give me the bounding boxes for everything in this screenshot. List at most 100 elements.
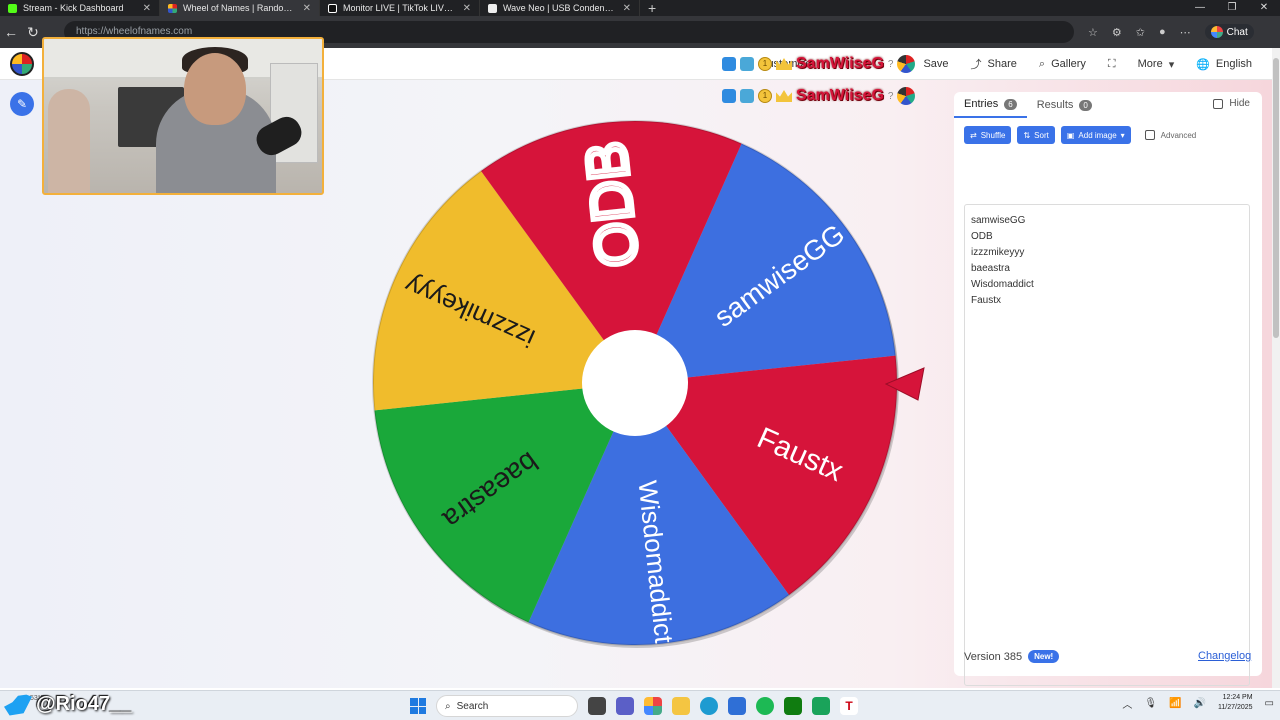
tab-tiktok-live[interactable]: Monitor LIVE | TikTok LIVE Center ✕: [320, 0, 480, 16]
close-icon[interactable]: ✕: [143, 3, 151, 14]
new-badge[interactable]: New!: [1028, 650, 1060, 663]
viewer-name: SamWiiseG: [796, 87, 884, 104]
version-info: Version 385 New!: [964, 650, 1060, 663]
version-label: Version 385: [964, 650, 1023, 663]
more-label: More: [1137, 58, 1163, 70]
wheel-segment-label: ODB: [573, 139, 651, 271]
taskview-icon[interactable]: [588, 697, 606, 715]
shuffle-icon: ⇄: [970, 130, 977, 140]
advanced-toggle[interactable]: Advanced: [1144, 130, 1197, 140]
wheel-logo-icon[interactable]: [10, 52, 34, 76]
edge-icon[interactable]: [700, 697, 718, 715]
store-icon[interactable]: [728, 697, 746, 715]
entries-tab-label: Entries: [964, 98, 999, 110]
tab-kick-dashboard[interactable]: Stream - Kick Dashboard ✕: [0, 0, 160, 16]
entry-line: Wisdomaddict: [971, 279, 1034, 290]
chevron-up-icon[interactable]: ︿: [1122, 696, 1132, 711]
entry-toolbar: ⇄ Shuffle ⇅ Sort ▣ Add image ▾ Advanced: [964, 126, 1196, 144]
tab-title: Wheel of Names | Random name: [183, 3, 297, 13]
hide-label: Hide: [1229, 98, 1250, 109]
favorites-icon[interactable]: ✩: [1136, 26, 1145, 39]
xbox-icon[interactable]: [784, 697, 802, 715]
tab-title: Wave Neo | USB Condenser Micr: [503, 3, 617, 13]
entry-line: ODB: [971, 231, 993, 242]
sort-button[interactable]: ⇅ Sort: [1017, 126, 1055, 144]
advanced-checkbox[interactable]: [1144, 130, 1155, 140]
search-icon: ⌕: [445, 700, 451, 712]
page-scrollbar[interactable]: [1272, 48, 1280, 688]
crown-icon: [776, 90, 792, 102]
viewer-tag-bottom: 1 SamWiiseG ?: [722, 87, 916, 105]
text-app-icon[interactable]: T: [840, 697, 858, 715]
browser-menu-icon[interactable]: ⋯: [1180, 26, 1191, 39]
wheel-favicon-icon: [168, 3, 177, 13]
results-tab-label: Results: [1036, 99, 1074, 111]
reload-icon[interactable]: ↻: [22, 24, 44, 41]
search-label: Search: [456, 700, 489, 712]
viewer-name: SamWiiseG: [796, 55, 884, 72]
windows-start-icon[interactable]: [410, 698, 426, 714]
fullscreen-icon: ⛶: [1107, 57, 1116, 70]
file-explorer-icon[interactable]: [672, 697, 690, 715]
add-image-label: Add image: [1078, 130, 1117, 140]
taskbar-search[interactable]: ⌕ Search: [436, 695, 578, 717]
extensions-icon[interactable]: ⚙: [1112, 26, 1122, 39]
notification-icon[interactable]: ▭: [1265, 698, 1274, 709]
mic-icon[interactable]: 🎙: [1144, 698, 1157, 709]
wave-favicon-icon: [488, 3, 497, 13]
wifi-icon[interactable]: 📶: [1169, 698, 1181, 709]
webcam-overlay: [42, 37, 324, 195]
coin-icon: 1: [758, 89, 772, 103]
gallery-button[interactable]: ⌕ Gallery: [1039, 58, 1086, 71]
unknown-mark: ?: [887, 90, 894, 102]
gift-icon: [740, 89, 754, 103]
spotify-icon[interactable]: [756, 697, 774, 715]
fullscreen-button[interactable]: ⛶: [1108, 58, 1116, 71]
changelog-link[interactable]: Changelog: [1198, 650, 1251, 662]
entries-textarea[interactable]: samwiseGG ODB izzzmikeyyy baeastra Wisdo…: [964, 204, 1250, 686]
tab-wave-neo[interactable]: Wave Neo | USB Condenser Micr ✕: [480, 0, 640, 16]
gallery-label: Gallery: [1051, 58, 1086, 70]
hide-toggle[interactable]: Hide: [1213, 98, 1250, 109]
streamer-head: [184, 53, 246, 125]
profile-avatar-icon[interactable]: ●: [1159, 26, 1166, 38]
clock[interactable]: 12:24 PM 11/27/2025: [1218, 693, 1253, 713]
save-button[interactable]: Save: [923, 58, 948, 70]
advanced-label: Advanced: [1160, 130, 1197, 140]
back-arrow-icon[interactable]: ←: [0, 24, 22, 40]
close-icon[interactable]: ✕: [303, 3, 311, 14]
scrollbar-thumb[interactable]: [1273, 58, 1279, 338]
twitter-bird-icon: [4, 694, 32, 716]
entry-line: Faustx: [971, 295, 1002, 306]
viewer-tag-top: 1 SamWiiseG ?: [722, 55, 916, 73]
window-close-icon[interactable]: ✕: [1248, 0, 1280, 16]
time-label: 12:24 PM: [1222, 694, 1253, 701]
social-overlay: @Rio47__: [4, 693, 132, 716]
date-label: 11/27/2025: [1218, 704, 1253, 711]
more-button[interactable]: More ▾: [1138, 58, 1175, 71]
tab-entries[interactable]: Entries 6: [954, 92, 1027, 118]
star-icon[interactable]: ☆: [1088, 26, 1098, 39]
chat-button[interactable]: Chat: [1204, 24, 1254, 40]
new-tab-plus-icon[interactable]: +: [640, 0, 664, 16]
close-icon[interactable]: ✕: [623, 3, 631, 14]
copilot-app-icon[interactable]: [644, 697, 662, 715]
teams-icon[interactable]: [616, 697, 634, 715]
streaming-app-icon[interactable]: [812, 697, 830, 715]
close-icon[interactable]: ✕: [463, 3, 471, 14]
tab-results[interactable]: Results 0: [1027, 92, 1102, 118]
add-image-button[interactable]: ▣ Add image ▾: [1060, 126, 1131, 144]
share-button[interactable]: ⤴ Share: [971, 56, 1017, 72]
language-button[interactable]: 🌐 English: [1196, 58, 1252, 71]
hide-checkbox[interactable]: [1213, 98, 1224, 109]
minimize-icon[interactable]: —: [1184, 0, 1216, 16]
volume-icon[interactable]: 🔊: [1194, 698, 1206, 709]
tab-title: Monitor LIVE | TikTok LIVE Center: [343, 3, 457, 13]
shuffle-button[interactable]: ⇄ Shuffle: [964, 126, 1012, 144]
restore-icon[interactable]: ❐: [1216, 0, 1248, 16]
shuffle-label: Shuffle: [980, 130, 1006, 140]
wheel[interactable]: samwiseGGFaustxWisdomaddictbaeastraizzzm…: [368, 116, 902, 650]
edit-pencil-button[interactable]: ✎: [10, 92, 34, 116]
tab-wheel-of-names[interactable]: Wheel of Names | Random name ✕: [160, 0, 320, 16]
wheel-center-hub[interactable]: [582, 330, 688, 436]
